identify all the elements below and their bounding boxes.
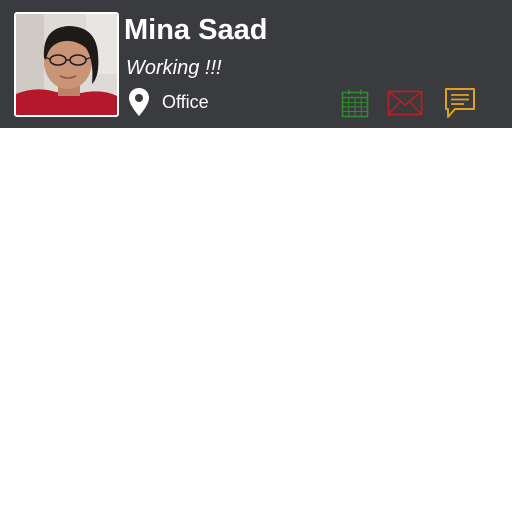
location-label: Office [162,92,209,112]
calendar-button[interactable] [340,86,370,120]
message-button[interactable] [443,86,477,120]
user-name: Mina Saad [124,14,268,46]
mail-button[interactable] [386,86,424,120]
user-photo [16,14,117,115]
mail-icon [387,90,423,116]
location-pin-icon [129,88,149,116]
location: Office [128,87,209,117]
profile-header: Mina Saad Working !!! Office [0,0,512,128]
avatar[interactable] [14,12,119,117]
calendar-icon [341,89,369,118]
message-icon [445,88,475,118]
status-text: Working !!! [126,57,222,79]
